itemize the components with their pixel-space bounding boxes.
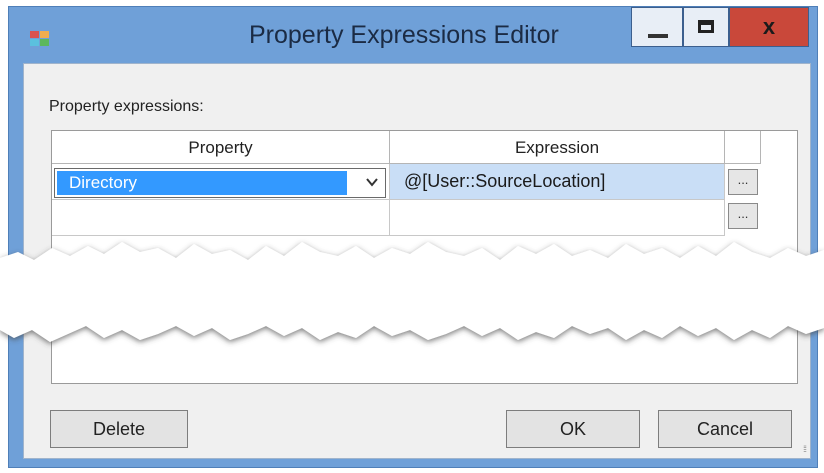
maximize-button[interactable]	[683, 7, 729, 47]
torn-edge-overlay	[0, 242, 824, 342]
expression-value: @[User::SourceLocation]	[404, 171, 606, 191]
property-cell[interactable]: Directory	[52, 164, 390, 200]
cancel-button[interactable]: Cancel	[658, 410, 792, 448]
window-title: Property Expressions Editor	[249, 21, 559, 49]
minimize-button[interactable]	[631, 7, 683, 47]
table-row[interactable]: Directory @[User::SourceLocation] ...	[52, 164, 761, 200]
property-dropdown-value[interactable]: Directory	[57, 171, 347, 195]
minimize-icon	[648, 34, 668, 38]
expression-builder-button[interactable]: ...	[728, 169, 758, 195]
column-header-property[interactable]: Property	[52, 131, 390, 164]
close-icon: x	[762, 14, 776, 39]
property-expressions-label: Property expressions:	[49, 98, 204, 115]
expression-builder-button[interactable]: ...	[728, 203, 758, 229]
ok-button[interactable]: OK	[506, 410, 640, 448]
resize-grip-icon[interactable]: ⁞⁞	[803, 444, 807, 454]
title-bar[interactable]: Property Expressions Editor x	[9, 7, 817, 63]
dialog-app-icon	[30, 31, 49, 46]
chevron-down-icon[interactable]	[365, 172, 379, 192]
delete-button[interactable]: Delete	[50, 410, 188, 448]
column-header-expression[interactable]: Expression	[390, 131, 725, 164]
column-header-blank	[725, 131, 761, 164]
expression-cell[interactable]: @[User::SourceLocation]	[390, 164, 725, 200]
property-dropdown[interactable]: Directory	[54, 168, 386, 198]
close-button[interactable]: x	[729, 7, 809, 47]
maximize-icon	[698, 20, 714, 33]
